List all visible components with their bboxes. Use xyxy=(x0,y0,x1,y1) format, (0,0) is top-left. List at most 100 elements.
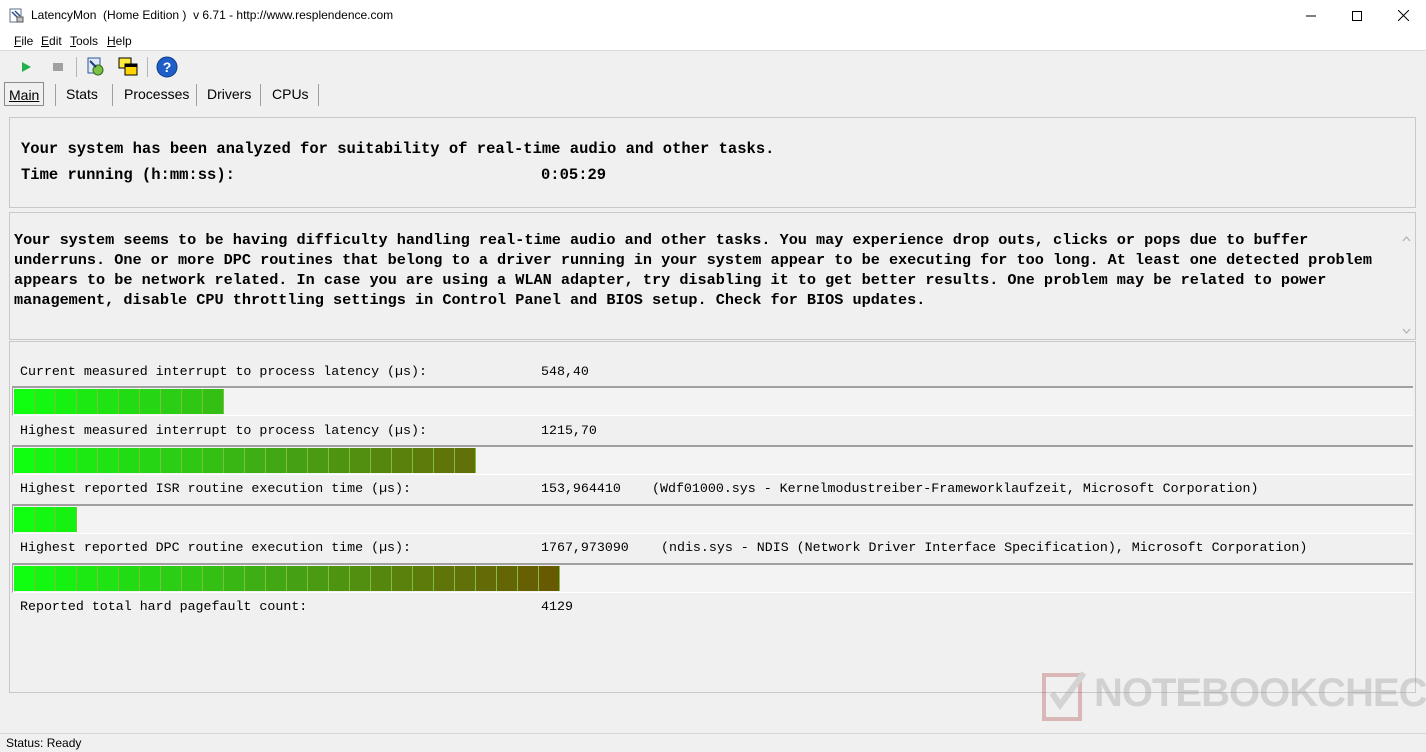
play-icon xyxy=(22,62,31,72)
status-text: Status: Ready xyxy=(6,736,82,750)
time-running-label: Time running (h:mm:ss): xyxy=(21,166,235,184)
bar-segment xyxy=(329,566,350,591)
tab-cpus[interactable]: CPUs xyxy=(268,82,313,106)
menu-tools-label: ools xyxy=(76,34,99,48)
bar-segment xyxy=(476,566,497,591)
maximize-icon xyxy=(1352,10,1362,21)
tab-strip: Main Stats Processes Drivers CPUs xyxy=(0,82,1426,108)
notebookcheck-watermark: NOTEBOOKCHECK xyxy=(1040,667,1426,727)
bar-segment xyxy=(392,448,413,473)
dpc-driver: (ndis.sys - NDIS (Network Driver Interfa… xyxy=(661,540,1308,555)
help-button[interactable]: ? xyxy=(155,55,179,79)
bar-segment xyxy=(329,448,350,473)
bar-segment xyxy=(308,448,329,473)
bar-segment xyxy=(413,566,434,591)
tab-divider xyxy=(55,84,56,106)
tab-drivers[interactable]: Drivers xyxy=(203,82,255,106)
stop-button[interactable] xyxy=(46,55,70,79)
bar-segment xyxy=(119,448,140,473)
kernel-timers-button[interactable] xyxy=(84,55,108,79)
metrics-panel: Current measured interrupt to process la… xyxy=(9,341,1416,693)
bar-segment xyxy=(14,448,35,473)
bar-segment xyxy=(161,389,182,414)
bar-segment xyxy=(35,389,56,414)
isr-time-label: Highest reported ISR routine execution t… xyxy=(20,481,411,496)
toolbar-separator-2 xyxy=(147,57,148,77)
minimize-button[interactable] xyxy=(1288,0,1334,31)
bar-segment xyxy=(497,566,518,591)
menu-help-label: elp xyxy=(115,34,132,48)
bar-segment xyxy=(413,448,434,473)
tab-divider xyxy=(260,84,261,106)
maximize-button[interactable] xyxy=(1334,0,1380,31)
analysis-summary: Your system has been analyzed for suitab… xyxy=(21,140,775,158)
help-icon: ? xyxy=(156,56,178,78)
windows-button[interactable] xyxy=(116,55,140,79)
bar-segment xyxy=(98,389,119,414)
bar-segment xyxy=(56,507,77,532)
bar-segment xyxy=(56,389,77,414)
bar-segment xyxy=(119,566,140,591)
menu-file[interactable]: File xyxy=(14,34,33,48)
menu-bar: File Edit Tools Help xyxy=(0,31,1426,51)
bar-segment xyxy=(224,448,245,473)
bar-segment xyxy=(245,448,266,473)
bar-segment xyxy=(140,389,161,414)
bar-segment xyxy=(434,566,455,591)
status-bar: Status: Ready xyxy=(0,733,1426,752)
bar-segment xyxy=(14,389,35,414)
isr-time-bar xyxy=(12,504,1413,534)
stop-icon xyxy=(53,63,63,71)
tab-divider xyxy=(318,84,319,106)
dpc-time-bar xyxy=(12,563,1413,593)
highest-latency-bar-fill xyxy=(14,448,476,473)
menu-tools[interactable]: Tools xyxy=(70,34,98,48)
isr-time-value: 153,964410 xyxy=(541,481,621,496)
diagnosis-panel: Your system seems to be having difficult… xyxy=(9,212,1416,340)
bar-segment xyxy=(35,566,56,591)
dpc-time-bar-fill xyxy=(14,566,560,591)
bar-segment xyxy=(371,566,392,591)
notebookcheck-logo-icon xyxy=(1042,671,1087,721)
current-latency-bar xyxy=(12,386,1413,416)
bar-segment xyxy=(56,566,77,591)
bar-segment xyxy=(56,448,77,473)
bar-segment xyxy=(287,448,308,473)
bar-segment xyxy=(98,566,119,591)
bar-segment xyxy=(434,448,455,473)
windows-icon xyxy=(118,57,138,76)
dpc-time-label: Highest reported DPC routine execution t… xyxy=(20,540,411,555)
dpc-time-value: 1767,973090 xyxy=(541,540,629,555)
current-latency-value: 548,40 xyxy=(541,364,589,379)
bar-segment xyxy=(119,389,140,414)
highest-latency-value: 1215,70 xyxy=(541,423,597,438)
menu-edit[interactable]: Edit xyxy=(41,34,62,48)
bar-segment xyxy=(245,566,266,591)
kernel-timers-icon xyxy=(87,57,104,76)
bar-segment xyxy=(14,507,35,532)
isr-driver: (Wdf01000.sys - Kernelmodustreiber-Frame… xyxy=(652,481,1259,496)
bar-segment xyxy=(350,566,371,591)
bar-segment xyxy=(308,566,329,591)
tab-stats[interactable]: Stats xyxy=(62,82,102,106)
scroll-arrows-icon xyxy=(1402,236,1411,334)
bar-segment xyxy=(182,448,203,473)
toolbar-separator xyxy=(76,57,77,77)
pagefault-label: Reported total hard pagefault count: xyxy=(20,599,308,614)
bar-segment xyxy=(203,389,224,414)
tab-main[interactable]: Main xyxy=(4,82,45,106)
bar-segment xyxy=(182,566,203,591)
tab-processes[interactable]: Processes xyxy=(120,82,193,106)
start-button[interactable] xyxy=(14,55,38,79)
bar-segment xyxy=(518,566,539,591)
bar-segment xyxy=(140,566,161,591)
message-scrollbar[interactable] xyxy=(1398,213,1415,339)
highest-latency-label: Highest measured interrupt to process la… xyxy=(20,423,427,438)
bar-segment xyxy=(140,448,161,473)
bar-segment xyxy=(161,448,182,473)
close-button[interactable] xyxy=(1380,0,1426,31)
bar-segment xyxy=(455,566,476,591)
bar-segment xyxy=(14,566,35,591)
menu-help[interactable]: Help xyxy=(107,34,132,48)
bar-segment xyxy=(35,507,56,532)
